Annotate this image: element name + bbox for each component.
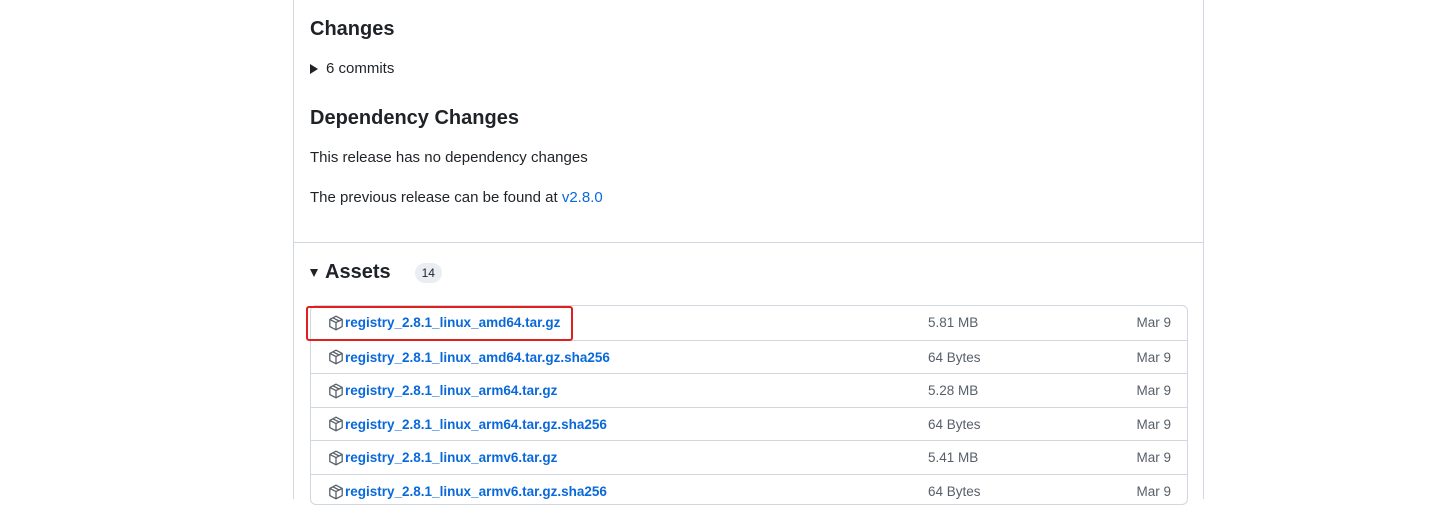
assets-toggle[interactable]: Assets 14 xyxy=(310,261,442,284)
asset-name: registry_2.8.1_linux_arm64.tar.gz xyxy=(345,383,558,399)
dependency-heading: Dependency Changes xyxy=(310,107,519,129)
asset-name: registry_2.8.1_linux_amd64.tar.gz.sha256 xyxy=(345,349,610,365)
asset-size: 5.41 MB xyxy=(928,450,979,466)
previous-release-link[interactable]: v2.8.0 xyxy=(562,189,603,206)
release-notes: Changes 6 commits Dependency Changes Thi… xyxy=(310,0,1187,242)
assets-count-badge: 14 xyxy=(414,262,442,283)
asset-size: 5.28 MB xyxy=(928,383,979,399)
asset-row: registry_2.8.1_linux_arm64.tar.gz 5.28 MB… xyxy=(311,373,1187,407)
asset-date: Mar 9 xyxy=(1136,416,1171,432)
asset-row: registry_2.8.1_linux_arm64.tar.gz.sha256… xyxy=(311,406,1187,441)
asset-name: registry_2.8.1_linux_armv6.tar.gz xyxy=(345,450,558,466)
asset-link[interactable]: registry_2.8.1_linux_armv6.tar.gz.sha256 xyxy=(328,484,607,500)
asset-row: registry_2.8.1_linux_armv6.tar.gz 5.41 MB… xyxy=(311,440,1187,474)
asset-size: 64 Bytes xyxy=(928,484,981,499)
asset-date: Mar 9 xyxy=(1136,484,1171,499)
changes-heading: Changes xyxy=(310,18,395,40)
triangle-down-icon xyxy=(310,268,318,277)
asset-row: registry_2.8.1_linux_amd64.tar.gz.sha256… xyxy=(311,339,1187,374)
asset-link[interactable]: registry_2.8.1_linux_arm64.tar.gz.sha256 xyxy=(328,416,607,432)
commits-toggle[interactable]: 6 commits xyxy=(310,60,394,77)
no-dependency-text: This release has no dependency changes xyxy=(310,149,588,166)
previous-release-label: The previous release can be found at xyxy=(310,189,562,206)
asset-size: 5.81 MB xyxy=(928,315,979,330)
asset-date: Mar 9 xyxy=(1136,315,1171,330)
previous-release-text: The previous release can be found at v2.… xyxy=(310,189,603,206)
asset-link[interactable]: registry_2.8.1_linux_arm64.tar.gz xyxy=(328,383,557,399)
asset-row: registry_2.8.1_linux_armv6.tar.gz.sha256… xyxy=(311,474,1187,504)
asset-name: registry_2.8.1_linux_armv6.tar.gz.sha256 xyxy=(345,484,607,499)
triangle-right-icon xyxy=(310,63,318,74)
highlight-box xyxy=(306,306,573,341)
package-icon xyxy=(329,349,343,365)
asset-date: Mar 9 xyxy=(1136,450,1171,466)
package-icon xyxy=(329,416,343,432)
asset-size: 64 Bytes xyxy=(928,349,981,365)
package-icon xyxy=(329,450,343,466)
asset-size: 64 Bytes xyxy=(928,416,981,432)
asset-name: registry_2.8.1_linux_arm64.tar.gz.sha256 xyxy=(345,416,607,432)
package-icon xyxy=(329,484,343,499)
asset-link[interactable]: registry_2.8.1_linux_amd64.tar.gz.sha256 xyxy=(328,349,610,365)
asset-date: Mar 9 xyxy=(1136,383,1171,399)
section-divider xyxy=(294,242,1203,243)
release-card: Changes 6 commits Dependency Changes Thi… xyxy=(293,0,1204,505)
package-icon xyxy=(329,383,343,399)
commits-label: 6 commits xyxy=(326,60,395,77)
asset-link[interactable]: registry_2.8.1_linux_armv6.tar.gz xyxy=(328,450,557,466)
asset-date: Mar 9 xyxy=(1136,349,1171,365)
assets-heading: Assets xyxy=(325,261,391,283)
